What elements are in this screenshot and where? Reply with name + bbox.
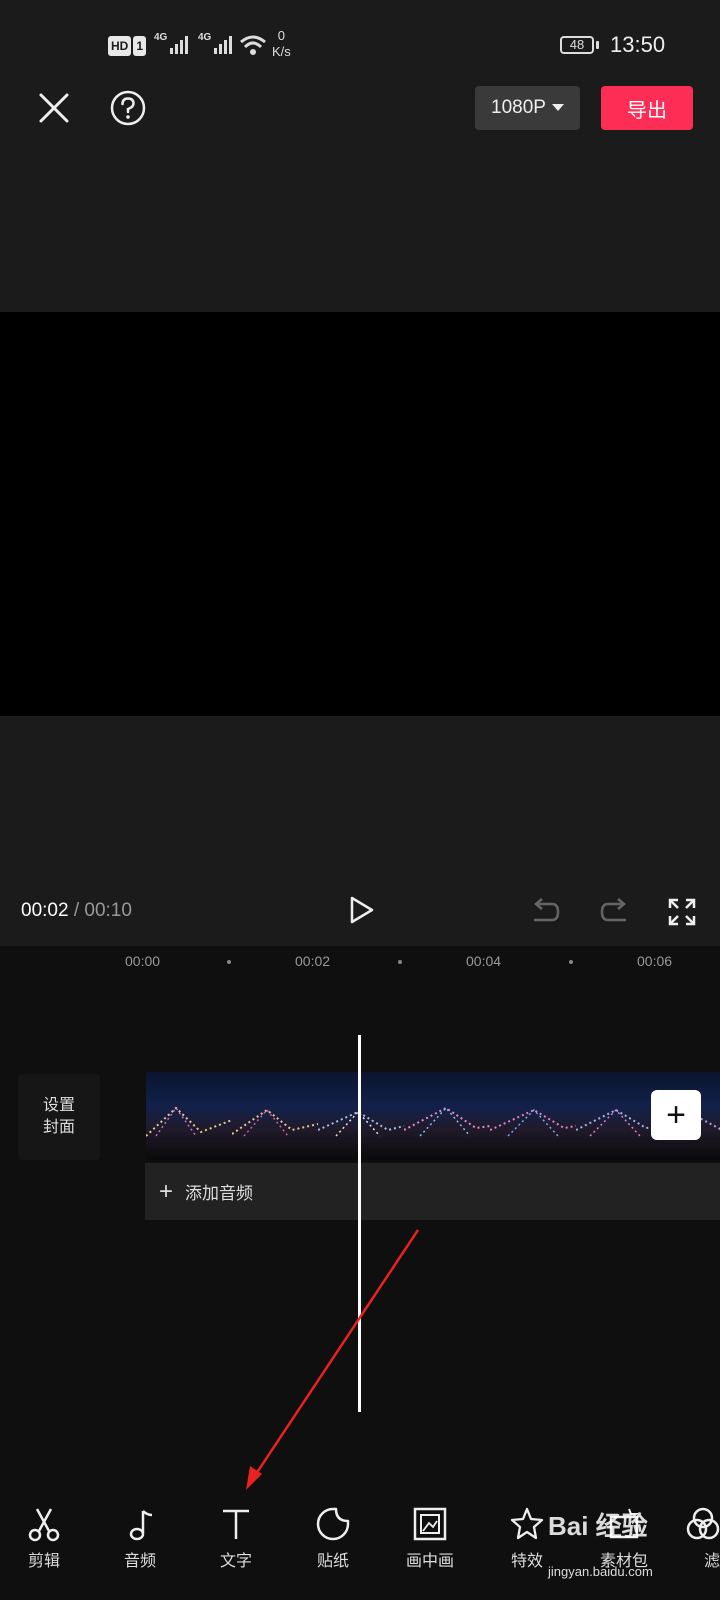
tool-edit[interactable]: 剪辑 bbox=[4, 1505, 84, 1571]
picture-in-picture-icon bbox=[413, 1507, 447, 1541]
text-icon bbox=[223, 1509, 249, 1539]
tool-label: 滤 bbox=[704, 1553, 720, 1570]
tool-audio[interactable]: 音频 bbox=[100, 1505, 180, 1571]
tool-label: 特效 bbox=[510, 1553, 543, 1570]
tool-label: 画中画 bbox=[405, 1553, 454, 1570]
tool-label: 贴纸 bbox=[316, 1553, 349, 1570]
sticker-icon bbox=[316, 1507, 350, 1541]
annotation-arrow bbox=[246, 1229, 420, 1490]
scissors-icon bbox=[28, 1508, 60, 1542]
tool-picture-in-picture[interactable]: 画中画 bbox=[390, 1505, 470, 1571]
tool-sticker[interactable]: 贴纸 bbox=[293, 1505, 373, 1571]
tool-label: 剪辑 bbox=[27, 1553, 60, 1570]
tool-label: 文字 bbox=[219, 1553, 252, 1570]
effects-star-icon bbox=[510, 1507, 544, 1540]
tool-text[interactable]: 文字 bbox=[196, 1505, 276, 1571]
music-note-icon bbox=[129, 1510, 153, 1541]
watermark-brand: Bai 经验 bbox=[548, 1511, 648, 1541]
tool-filter[interactable]: 滤 bbox=[672, 1505, 720, 1571]
watermark-url: jingyan.baidu.com bbox=[548, 1564, 653, 1579]
tool-label: 音频 bbox=[123, 1553, 156, 1570]
filter-icon bbox=[686, 1507, 720, 1540]
